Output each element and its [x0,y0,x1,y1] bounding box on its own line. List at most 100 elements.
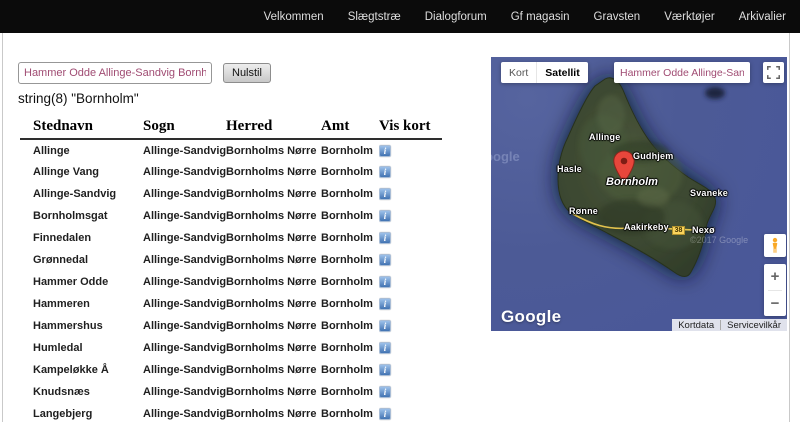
map-search-input[interactable] [614,62,750,83]
table-row: Hammeren Allinge-Sandvig Bornholms Nørre… [20,293,442,315]
satellite-terrain [491,57,787,331]
vis-kort-info-icon[interactable]: i [379,342,391,354]
nav-item-arkivalier[interactable]: Arkivalier [739,11,786,23]
town-label-ronne: Rønne [569,206,598,216]
cell-sogn: Allinge-Sandvig [143,183,226,205]
cell-sogn: Allinge-Sandvig [143,227,226,249]
vis-kort-info-icon[interactable]: i [379,298,391,310]
cell-vis-kort: i [379,139,442,161]
cell-stednavn: Humledal [20,337,143,359]
cell-sogn: Allinge-Sandvig [143,381,226,403]
vis-kort-info-icon[interactable]: i [379,254,391,266]
cell-herred: Bornholms Nørre [226,183,321,205]
place-search-input[interactable] [18,62,212,84]
cell-stednavn: Bornholmsgat [20,205,143,227]
cell-stednavn: Allinge [20,139,143,161]
vis-kort-info-icon[interactable]: i [379,386,391,398]
cell-sogn: Allinge-Sandvig [143,271,226,293]
debug-string: string(8) "Bornholm" [18,91,139,106]
header-sogn: Sogn [143,115,226,139]
cell-vis-kort: i [379,183,442,205]
nav-item-velkommen[interactable]: Velkommen [264,11,324,23]
map-type-satellit-button[interactable]: Satellit [536,62,587,83]
cell-amt: Bornholm [321,403,379,422]
marker-label: Bornholm [606,176,658,188]
town-label-hasle: Hasle [557,164,582,174]
vis-kort-info-icon[interactable]: i [379,320,391,332]
vis-kort-info-icon[interactable]: i [379,232,391,244]
cell-sogn: Allinge-Sandvig [143,293,226,315]
servicevilkar-link[interactable]: Servicevilkår [721,320,787,331]
table-row: Hammershus Allinge-Sandvig Bornholms Nør… [20,315,442,337]
vis-kort-info-icon[interactable]: i [379,145,391,157]
vis-kort-info-icon[interactable]: i [379,210,391,222]
cell-stednavn: Finnedalen [20,227,143,249]
table-row: Allinge Allinge-Sandvig Bornholms Nørre … [20,139,442,161]
reset-button[interactable]: Nulstil [223,63,271,83]
nav-item-gf-magasin[interactable]: Gf magasin [511,11,570,23]
cell-vis-kort: i [379,359,442,381]
cell-sogn: Allinge-Sandvig [143,161,226,183]
town-label-nexo: Nexø [692,225,715,235]
vis-kort-info-icon[interactable]: i [379,364,391,376]
table-row: Grønnedal Allinge-Sandvig Bornholms Nørr… [20,249,442,271]
header-herred: Herred [226,115,321,139]
pegman-button[interactable] [764,234,786,257]
zoom-control: + − [764,264,786,316]
cell-sogn: Allinge-Sandvig [143,249,226,271]
cell-stednavn: Allinge Vang [20,161,143,183]
vis-kort-info-icon[interactable]: i [379,166,391,178]
cell-vis-kort: i [379,205,442,227]
cell-amt: Bornholm [321,271,379,293]
google-map[interactable]: Google ©2017 Google Allinge Gudhjem Hasl… [491,57,787,331]
cell-herred: Bornholms Nørre [226,139,321,161]
cell-herred: Bornholms Nørre [226,337,321,359]
cell-amt: Bornholm [321,183,379,205]
nav-item-gravsten[interactable]: Gravsten [594,11,641,23]
table-row: Humledal Allinge-Sandvig Bornholms Nørre… [20,337,442,359]
vis-kort-info-icon[interactable]: i [379,188,391,200]
cell-sogn: Allinge-Sandvig [143,359,226,381]
places-table: Stednavn Sogn Herred Amt Vis kort Alling… [20,115,442,422]
map-type-kort-button[interactable]: Kort [501,62,536,83]
cell-herred: Bornholms Nørre [226,271,321,293]
town-label-allinge: Allinge [589,132,620,142]
header-amt: Amt [321,115,379,139]
cell-sogn: Allinge-Sandvig [143,337,226,359]
town-label-aakirkeby: Aakirkeby [624,222,669,232]
nav-item-vaerktoejer[interactable]: Værktøjer [664,11,714,23]
cell-vis-kort: i [379,249,442,271]
cell-herred: Bornholms Nørre [226,293,321,315]
table-row: Allinge-Sandvig Allinge-Sandvig Bornholm… [20,183,442,205]
cell-herred: Bornholms Nørre [226,249,321,271]
table-row: Bornholmsgat Allinge-Sandvig Bornholms N… [20,205,442,227]
cell-vis-kort: i [379,381,442,403]
vis-kort-info-icon[interactable]: i [379,276,391,288]
cell-stednavn: Allinge-Sandvig [20,183,143,205]
kortdata-link[interactable]: Kortdata [672,320,720,331]
cell-vis-kort: i [379,227,442,249]
cell-vis-kort: i [379,315,442,337]
cell-amt: Bornholm [321,161,379,183]
cell-herred: Bornholms Nørre [226,315,321,337]
zoom-out-button[interactable]: − [764,291,786,317]
header-vis-kort: Vis kort [379,115,442,139]
cell-sogn: Allinge-Sandvig [143,139,226,161]
nav-item-slaegtstrae[interactable]: Slægtstræ [348,11,401,23]
nav-item-dialogforum[interactable]: Dialogforum [425,11,487,23]
fullscreen-button[interactable] [763,62,784,83]
vis-kort-info-icon[interactable]: i [379,408,391,420]
content-frame: Nulstil string(8) "Bornholm" Stednavn So… [2,33,790,422]
cell-vis-kort: i [379,271,442,293]
cell-herred: Bornholms Nørre [226,205,321,227]
cell-amt: Bornholm [321,205,379,227]
nav-list: Velkommen Slægtstræ Dialogforum Gf magasin G… [264,11,786,23]
page: Velkommen Slægtstræ Dialogforum Gf magasin G… [0,0,800,422]
cell-herred: Bornholms Nørre [226,403,321,422]
cell-amt: Bornholm [321,227,379,249]
cell-amt: Bornholm [321,337,379,359]
cell-amt: Bornholm [321,249,379,271]
zoom-in-button[interactable]: + [764,264,786,290]
table-row: Kampeløkke Å Allinge-Sandvig Bornholms N… [20,359,442,381]
cell-sogn: Allinge-Sandvig [143,315,226,337]
